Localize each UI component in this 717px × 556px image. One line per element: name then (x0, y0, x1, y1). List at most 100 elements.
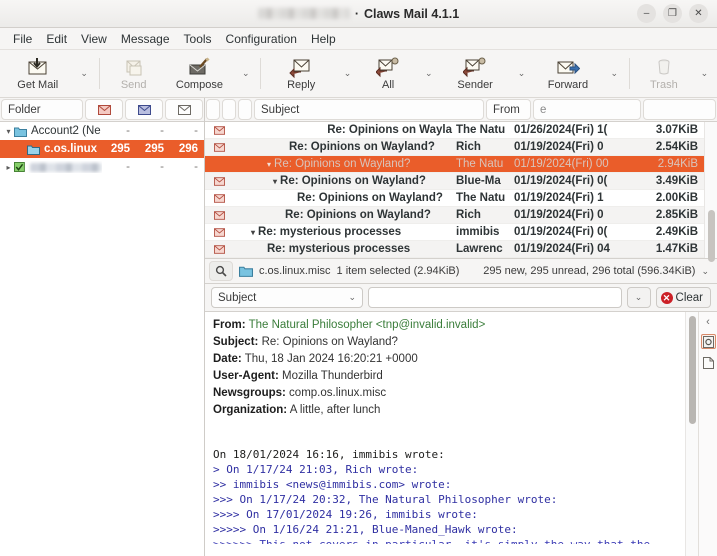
minimize-button[interactable]: – (637, 4, 656, 23)
message-date: 01/19/2024(Fri) 0( (514, 175, 642, 187)
body-line-1: > On 1/17/24 21:03, Rich wrote: (213, 463, 418, 476)
message-status-icon[interactable] (205, 228, 233, 237)
message-view-scrollbar[interactable] (685, 312, 698, 556)
header-organization: Organization: A little, after lunch (213, 402, 677, 419)
toolbar-reply-sender-arrow[interactable]: ⌄ (511, 50, 532, 97)
checked-folder-icon (14, 161, 26, 173)
folder-row-redacted[interactable]: ▸ - - - (0, 158, 204, 176)
thread-expander[interactable]: ▾ (251, 228, 255, 237)
table-row[interactable]: Re: Opinions on Wayla The Natu 01/26/202… (205, 122, 704, 139)
attachment-page-icon[interactable] (701, 334, 716, 349)
message-status-icon[interactable] (205, 194, 233, 203)
folder-column-headers: Folder (0, 98, 204, 122)
toolbar-reply-button[interactable]: Reply (265, 50, 337, 97)
text-page-icon[interactable] (701, 355, 716, 370)
message-from: immibis (454, 226, 514, 238)
message-status-icon[interactable] (205, 143, 233, 152)
table-row[interactable]: ▾ Re: Opinions on Wayland? Blue-Ma 01/19… (205, 173, 704, 190)
menu-configuration[interactable]: Configuration (219, 30, 304, 48)
mlist-column-status[interactable] (222, 99, 236, 120)
search-input[interactable] (368, 287, 622, 308)
scrollbar-thumb[interactable] (708, 210, 715, 262)
message-list-scrollbar[interactable] (704, 122, 717, 258)
app-title: Claws Mail 4.1.1 (364, 7, 459, 21)
toolbar-reply-all-arrow[interactable]: ⌄ (418, 50, 439, 97)
folder-column-unread[interactable] (125, 99, 163, 120)
message-subject: ▾ Re: mysterious processes (233, 226, 454, 238)
message-status-icon[interactable] (205, 245, 233, 254)
forward-icon (556, 57, 580, 79)
toolbar-reply-all-button[interactable]: All (358, 50, 418, 97)
message-status-icon[interactable] (205, 211, 233, 220)
toolbar-trash-button[interactable]: Trash (634, 50, 694, 97)
search-field-select[interactable]: Subject ⌄ (211, 287, 363, 308)
toolbar-separator-3 (629, 58, 630, 89)
unread-mail-icon (214, 126, 225, 135)
thread-expander[interactable]: ▾ (273, 177, 277, 186)
search-history-button[interactable]: ⌄ (627, 287, 651, 308)
message-list[interactable]: Re: Opinions on Wayla The Natu 01/26/202… (205, 122, 704, 258)
table-row[interactable]: ▾ Re: Opinions on Wayland? The Natu 01/1… (205, 156, 704, 173)
table-row[interactable]: ▾ Re: mysterious processes immibis 01/19… (205, 224, 704, 241)
quick-search-toggle-button[interactable] (209, 261, 233, 281)
unread-envelope-icon (138, 105, 151, 115)
toolbar-reply-arrow[interactable]: ⌄ (337, 50, 358, 97)
toolbar-trash-label: Trash (650, 80, 678, 91)
mlist-column-subject[interactable]: Subject (254, 99, 484, 120)
header-subject-value: Re: Opinions on Wayland? (262, 336, 398, 348)
message-view[interactable]: From: The Natural Philosopher <tnp@inval… (205, 312, 685, 556)
table-row[interactable]: Re: Opinions on Wayland? The Natu 01/19/… (205, 190, 704, 207)
close-button[interactable]: ✕ (689, 4, 708, 23)
message-from: Lawrenc (454, 243, 514, 255)
thread-expander[interactable]: ▾ (267, 160, 271, 169)
mlist-column-date[interactable]: e (533, 99, 641, 120)
menu-file[interactable]: File (6, 30, 39, 48)
mlist-column-from[interactable]: From (486, 99, 531, 120)
menu-tools[interactable]: Tools (177, 30, 219, 48)
redacted-folder-name (30, 163, 102, 172)
header-user-agent: User-Agent: Mozilla Thunderbird (213, 368, 677, 385)
menu-help[interactable]: Help (304, 30, 343, 48)
toolbar-forward-arrow[interactable]: ⌄ (604, 50, 625, 97)
folder-column-total[interactable] (165, 99, 203, 120)
toolbar-get-mail-button[interactable]: Get Mail (2, 50, 74, 97)
folder-twisty[interactable]: ▸ (3, 163, 14, 172)
message-status-icon[interactable] (205, 177, 233, 186)
maximize-button[interactable]: ❐ (663, 4, 682, 23)
folder-total-count: - (170, 125, 204, 137)
chevron-down-icon[interactable]: ⌄ (701, 266, 713, 277)
mlist-column-mark[interactable] (206, 99, 220, 120)
folder-row-label: Account2 (Ne (14, 125, 102, 137)
table-row[interactable]: Re: mysterious processes Lawrenc 01/19/2… (205, 241, 704, 258)
chevron-left-icon[interactable]: ‹ (706, 316, 710, 328)
folder-column-name[interactable]: Folder (1, 99, 83, 120)
folder-row-colinux[interactable]: c.os.linux 295 295 296 (0, 140, 204, 158)
toolbar-forward-button[interactable]: Forward (532, 50, 604, 97)
scrollbar-thumb[interactable] (689, 316, 696, 424)
table-row[interactable]: Re: Opinions on Wayland? Rich 01/19/2024… (205, 139, 704, 156)
toolbar-compose-button[interactable]: Compose (164, 50, 236, 97)
message-status-icon[interactable] (205, 126, 233, 135)
table-row[interactable]: Re: Opinions on Wayland? Rich 01/19/2024… (205, 207, 704, 224)
menu-message[interactable]: Message (114, 30, 177, 48)
folder-twisty[interactable]: ▾ (3, 127, 14, 136)
menu-bar: File Edit View Message Tools Configurati… (0, 28, 717, 50)
mlist-column-attachment[interactable] (238, 99, 252, 120)
toolbar-compose-arrow[interactable]: ⌄ (235, 50, 256, 97)
message-date: 01/19/2024(Fri) 0 (514, 141, 642, 153)
toolbar-reply-sender-button[interactable]: Sender (439, 50, 511, 97)
toolbar-trash-arrow[interactable]: ⌄ (694, 50, 715, 97)
folder-column-new[interactable] (85, 99, 123, 120)
window-title: · Claws Mail 4.1.1 (0, 7, 717, 21)
right-pane: Subject From e Re: Opinions on Wayla The… (205, 98, 717, 556)
toolbar-send-button[interactable]: Send (104, 50, 164, 97)
message-from: Blue-Ma (454, 175, 514, 187)
clear-search-button[interactable]: ✕ Clear (656, 287, 711, 308)
folder-row-account2[interactable]: ▾ Account2 (Ne - - - (0, 122, 204, 140)
menu-view[interactable]: View (74, 30, 114, 48)
message-size: 1.47KiB (642, 243, 704, 255)
toolbar-get-mail-arrow[interactable]: ⌄ (74, 50, 95, 97)
menu-edit[interactable]: Edit (39, 30, 74, 48)
mlist-column-size[interactable] (643, 99, 716, 120)
folder-tree[interactable]: ▾ Account2 (Ne - - - c.os.linux 295 295 … (0, 122, 204, 556)
